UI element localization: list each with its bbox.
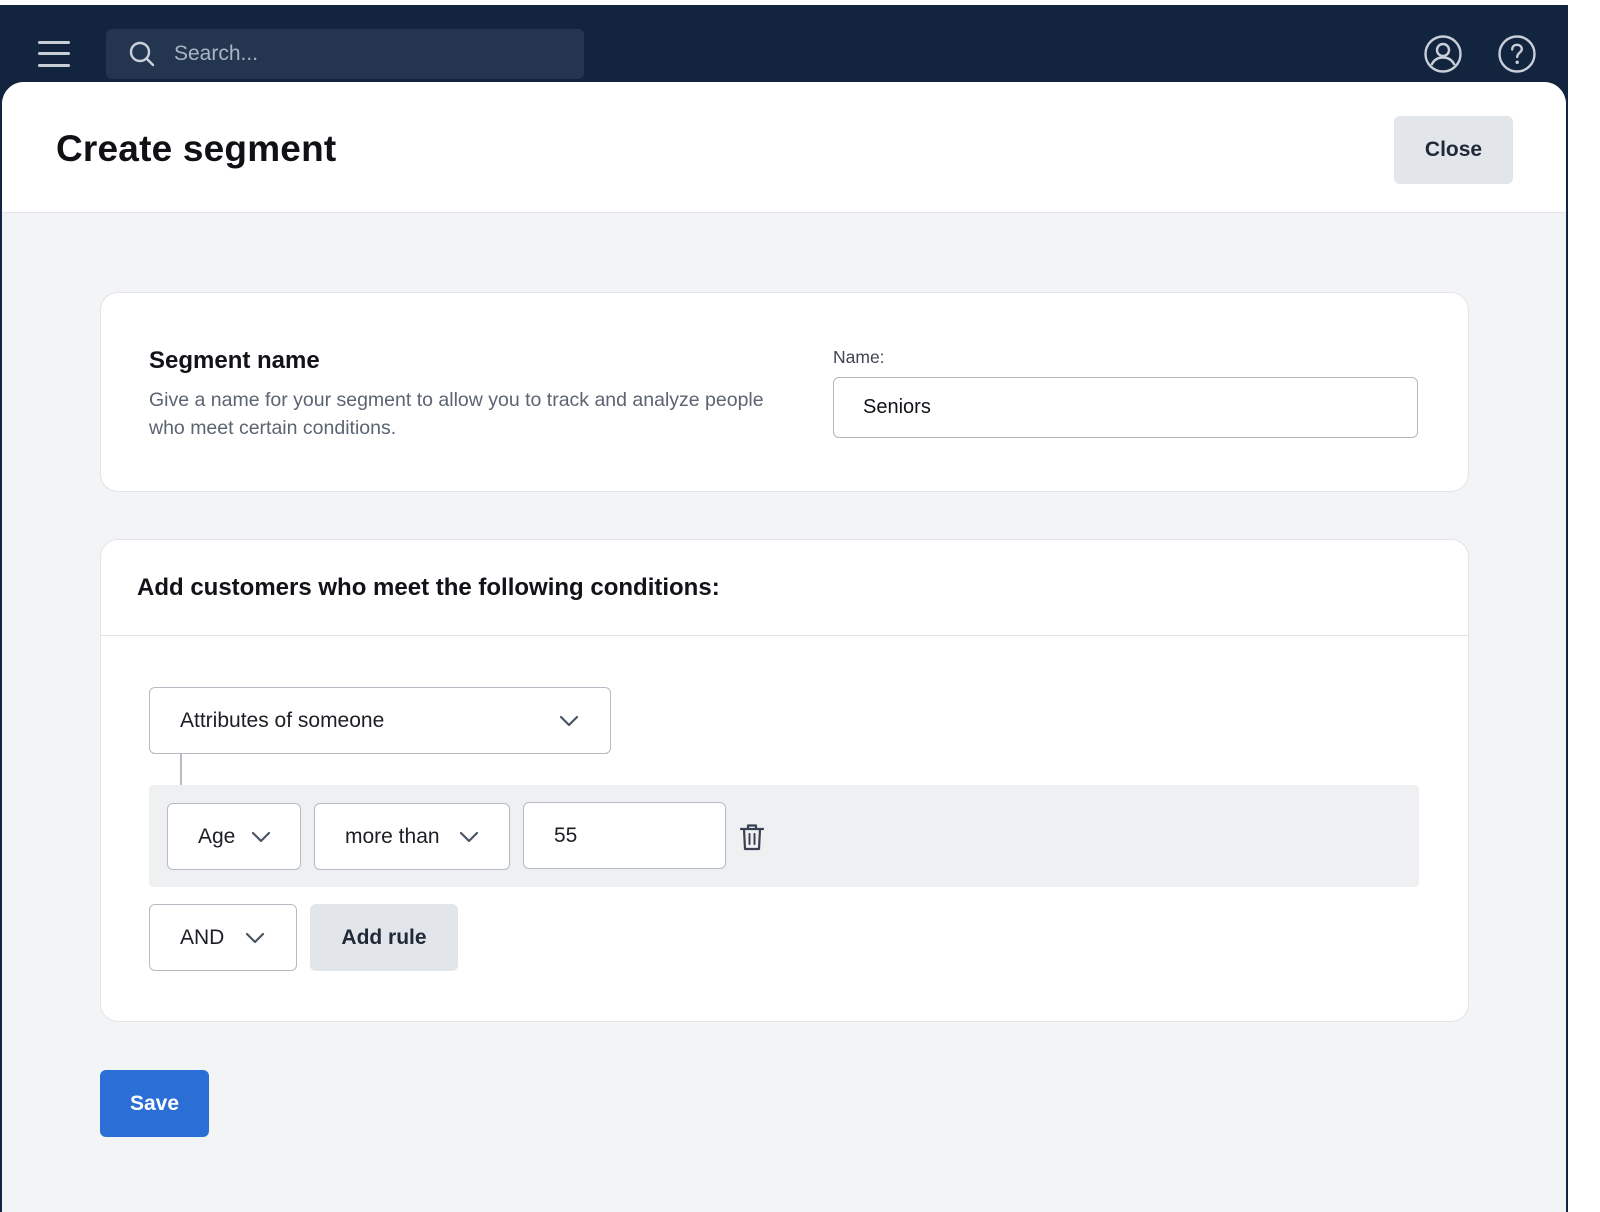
attribute-select[interactable]: Age <box>167 803 301 870</box>
segment-name-input[interactable] <box>833 377 1418 438</box>
rule-connector-line <box>180 754 182 786</box>
rule-value-input[interactable] <box>523 802 726 869</box>
operator-value: more than <box>345 824 440 848</box>
search-bar[interactable] <box>106 29 584 79</box>
chevron-down-icon <box>251 831 271 842</box>
conditions-card: Add customers who meet the following con… <box>100 539 1469 1022</box>
segment-name-card: Segment name Give a name for your segmen… <box>100 292 1469 492</box>
chevron-down-icon <box>459 831 479 842</box>
user-account-icon[interactable] <box>1423 34 1463 74</box>
add-rule-button[interactable]: Add rule <box>310 904 458 971</box>
logic-operator-select[interactable]: AND <box>149 904 297 971</box>
app-window: Create segment Close Segment name Give a… <box>0 0 1568 1212</box>
menu-icon[interactable] <box>38 40 70 68</box>
create-segment-panel: Create segment Close Segment name Give a… <box>2 82 1566 1212</box>
name-field-label: Name: <box>833 347 885 367</box>
condition-type-value: Attributes of someone <box>180 708 385 732</box>
chevron-down-icon <box>245 932 265 943</box>
rule-row: Age more than <box>149 785 1419 887</box>
condition-type-select[interactable]: Attributes of someone <box>149 687 611 754</box>
trash-icon[interactable] <box>739 822 765 852</box>
chevron-down-icon <box>559 715 579 726</box>
save-button[interactable]: Save <box>100 1070 209 1137</box>
search-icon <box>129 41 155 67</box>
conditions-header: Add customers who meet the following con… <box>101 540 1468 636</box>
operator-select[interactable]: more than <box>314 803 510 870</box>
segment-name-description: Give a name for your segment to allow yo… <box>149 389 764 439</box>
attribute-value: Age <box>198 824 236 848</box>
search-input[interactable] <box>172 37 572 71</box>
page-title: Create segment <box>56 128 337 169</box>
segment-name-heading: Segment name <box>149 347 320 374</box>
panel-header: Create segment Close <box>2 82 1566 213</box>
conditions-heading: Add customers who meet the following con… <box>137 574 720 601</box>
window-edge <box>1568 0 1600 1212</box>
close-button[interactable]: Close <box>1394 116 1513 184</box>
logic-operator-value: AND <box>180 925 225 949</box>
help-icon[interactable] <box>1497 34 1537 74</box>
